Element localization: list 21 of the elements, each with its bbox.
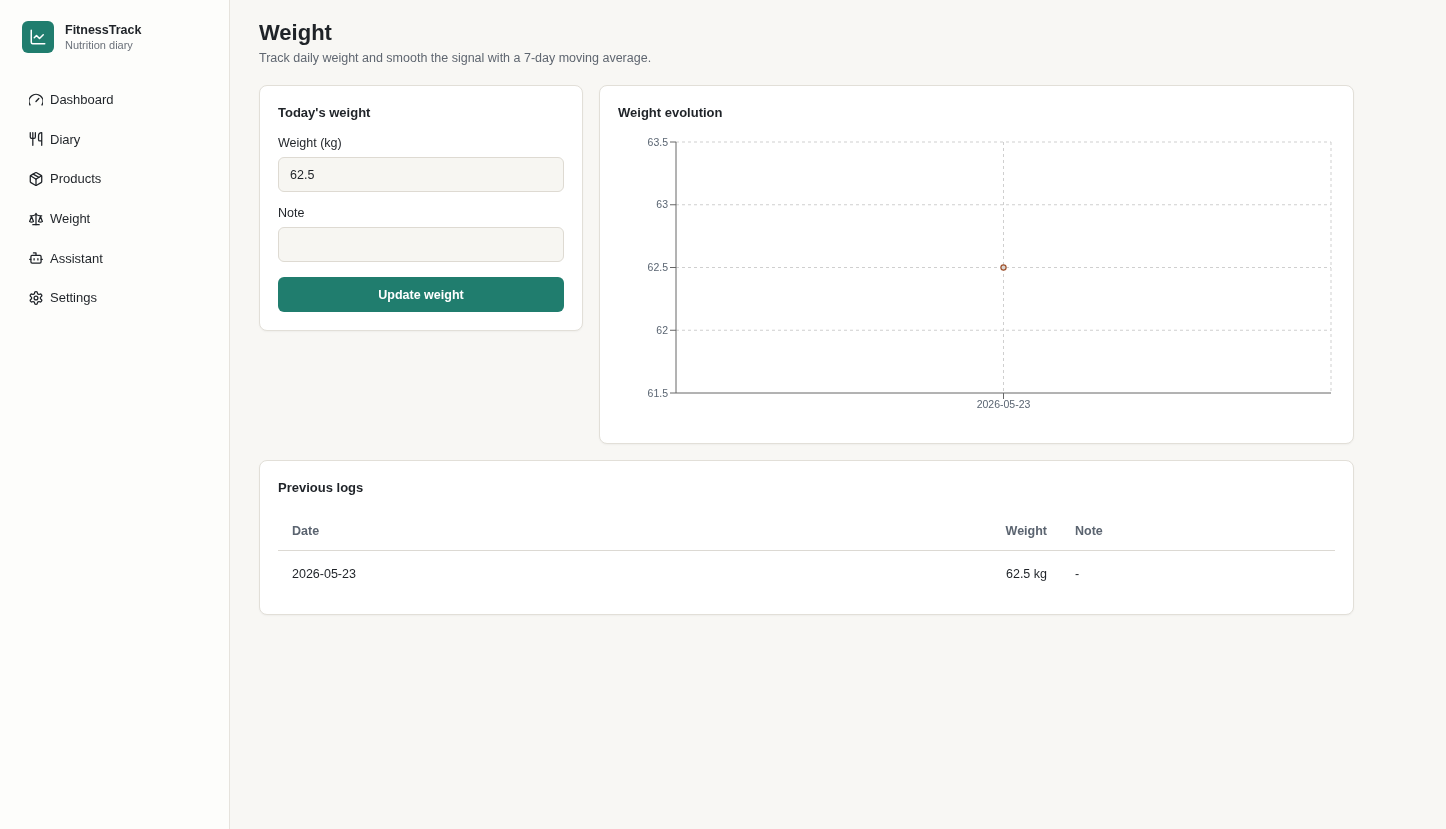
card-title: Weight evolution bbox=[618, 104, 723, 121]
table-cell: - bbox=[1075, 566, 1080, 581]
page-title: Weight bbox=[259, 19, 332, 47]
y-tick-label: 63 bbox=[656, 198, 668, 211]
column-header: Weight bbox=[1005, 523, 1047, 538]
page-subtitle: Track daily weight and smooth the signal with a 7-day moving average. bbox=[259, 50, 652, 66]
y-tick-label: 62.5 bbox=[647, 261, 668, 273]
field-label: Note bbox=[278, 205, 305, 221]
field-label: Weight (kg) bbox=[278, 135, 342, 151]
card-title: Previous logs bbox=[278, 479, 364, 496]
table-cell: 2026-05-23 bbox=[292, 566, 356, 581]
y-tick-label: 62 bbox=[656, 323, 668, 336]
table-cell: 62.5 kg bbox=[1006, 566, 1047, 581]
column-header: Date bbox=[292, 523, 320, 538]
app-subtitle: Nutrition diary bbox=[65, 37, 134, 53]
x-tick-label: 2026-05-23 bbox=[976, 398, 1031, 410]
card-title: Today's weight bbox=[278, 104, 371, 121]
column-header: Note bbox=[1075, 523, 1103, 538]
app-name: FitnessTrack bbox=[65, 21, 142, 38]
y-tick-label: 63.5 bbox=[647, 135, 668, 148]
y-tick-label: 61.5 bbox=[647, 386, 668, 399]
